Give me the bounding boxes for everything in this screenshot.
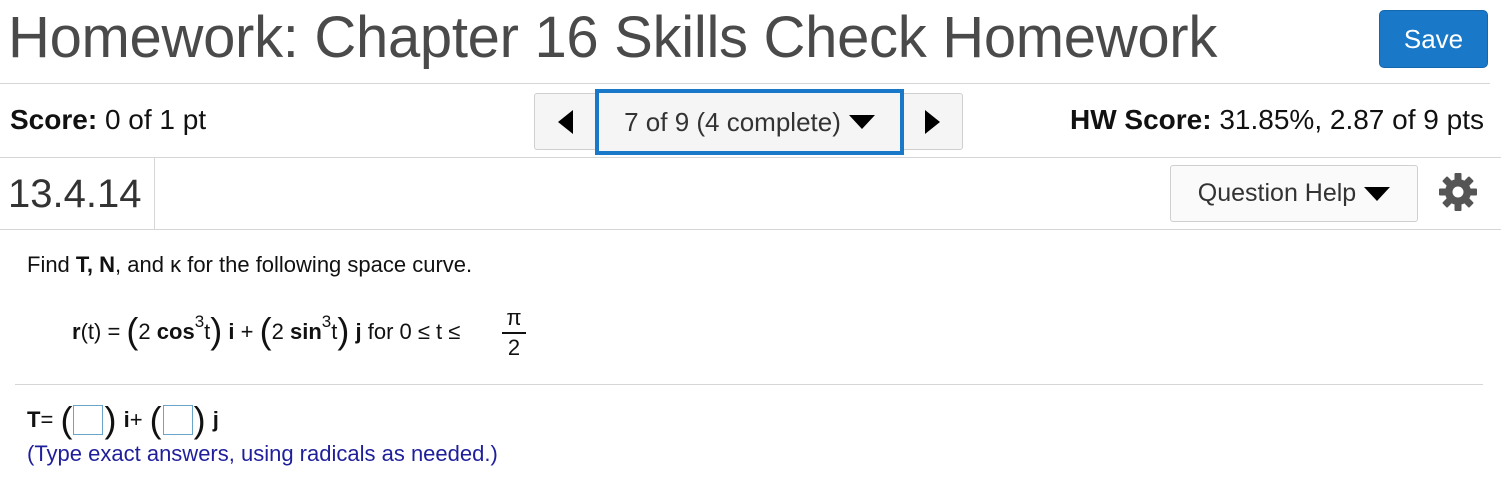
question-help-label: Question Help	[1197, 179, 1357, 207]
caret-down-icon	[848, 115, 875, 129]
question-prompt: Find T, N, and κ for the following space…	[27, 252, 472, 278]
question-navigator: 7 of 9 (4 complete)	[534, 89, 963, 155]
fraction-denominator: 2	[507, 334, 521, 360]
eq-paren: )	[210, 310, 223, 351]
save-button[interactable]: Save	[1379, 10, 1488, 68]
prompt-kappa: κ	[170, 252, 182, 277]
eq-paren: (	[259, 310, 272, 351]
question-help-button[interactable]: Question Help	[1170, 165, 1418, 222]
caret-down-icon	[1364, 186, 1391, 201]
eq-cos: cos	[156, 319, 195, 344]
prompt-text: , and	[115, 252, 171, 277]
answer-paren: (	[60, 399, 73, 440]
hw-score-label: HW Score:	[1070, 104, 1212, 135]
question-score: Score: 0 of 1 pt	[10, 104, 206, 136]
previous-question-button[interactable]	[535, 94, 595, 149]
answer-paren: )	[193, 399, 206, 440]
eq-r: r	[72, 319, 81, 344]
curve-equation: r(t) = (2 cos3t) i + (2 sin3t) j for 0 ≤…	[72, 306, 526, 374]
question-content: Find T, N, and κ for the following space…	[0, 230, 1501, 484]
eq-paren: (	[126, 310, 139, 351]
hw-score-value: 31.85%, 2.87 of 9 pts	[1219, 104, 1484, 135]
eq-fraction: π 2	[502, 306, 526, 360]
question-header: 13.4.14 Question Help	[0, 158, 1501, 230]
answer-hint: (Type exact answers, using radicals as n…	[27, 441, 498, 466]
divider	[154, 158, 155, 229]
question-select-dropdown[interactable]: 7 of 9 (4 complete)	[595, 89, 904, 155]
answer-j: j	[212, 407, 219, 432]
answer-paren: )	[104, 399, 117, 440]
title-bar: Homework: Chapter 16 Skills Check Homewo…	[0, 0, 1490, 84]
prompt-N: N	[93, 252, 116, 277]
fraction-numerator: π	[506, 305, 522, 330]
answer-T: T	[27, 407, 41, 432]
next-question-button[interactable]	[902, 94, 962, 149]
answer-text: =	[40, 407, 54, 432]
answer-text: +	[129, 407, 143, 432]
score-bar: Score: 0 of 1 pt 7 of 9 (4 complete) HW …	[0, 84, 1501, 158]
fraction-bar	[502, 332, 526, 334]
score-label: Score:	[10, 104, 98, 135]
gear-icon[interactable]	[1438, 172, 1478, 212]
divider	[15, 384, 1483, 385]
triangle-left-icon	[557, 109, 573, 134]
page-title: Homework: Chapter 16 Skills Check Homewo…	[8, 5, 1218, 70]
eq-exponent: 3	[194, 311, 205, 331]
eq-paren: )	[337, 310, 350, 351]
eq-text: 2	[138, 319, 157, 344]
eq-exponent: 3	[321, 311, 332, 331]
eq-text: +	[234, 319, 260, 344]
answer-input-j[interactable]	[162, 405, 193, 435]
hw-score: HW Score: 31.85%, 2.87 of 9 pts	[1070, 104, 1484, 136]
eq-text: 2	[271, 319, 290, 344]
answer-row: T = () i + () j	[27, 402, 219, 438]
eq-text: (t) =	[80, 319, 127, 344]
triangle-right-icon	[924, 109, 940, 134]
eq-sin: sin	[289, 319, 322, 344]
prompt-text: for the following space curve.	[181, 252, 473, 277]
prompt-T: T,	[75, 252, 94, 277]
prompt-text: Find	[27, 252, 76, 277]
score-value: 0 of 1 pt	[104, 104, 207, 135]
question-select-label: 7 of 9 (4 complete)	[624, 106, 841, 137]
answer-input-i[interactable]	[73, 405, 104, 435]
answer-paren: (	[149, 399, 162, 440]
question-number: 13.4.14	[8, 172, 142, 216]
eq-text: for 0 ≤ t ≤	[361, 319, 461, 344]
